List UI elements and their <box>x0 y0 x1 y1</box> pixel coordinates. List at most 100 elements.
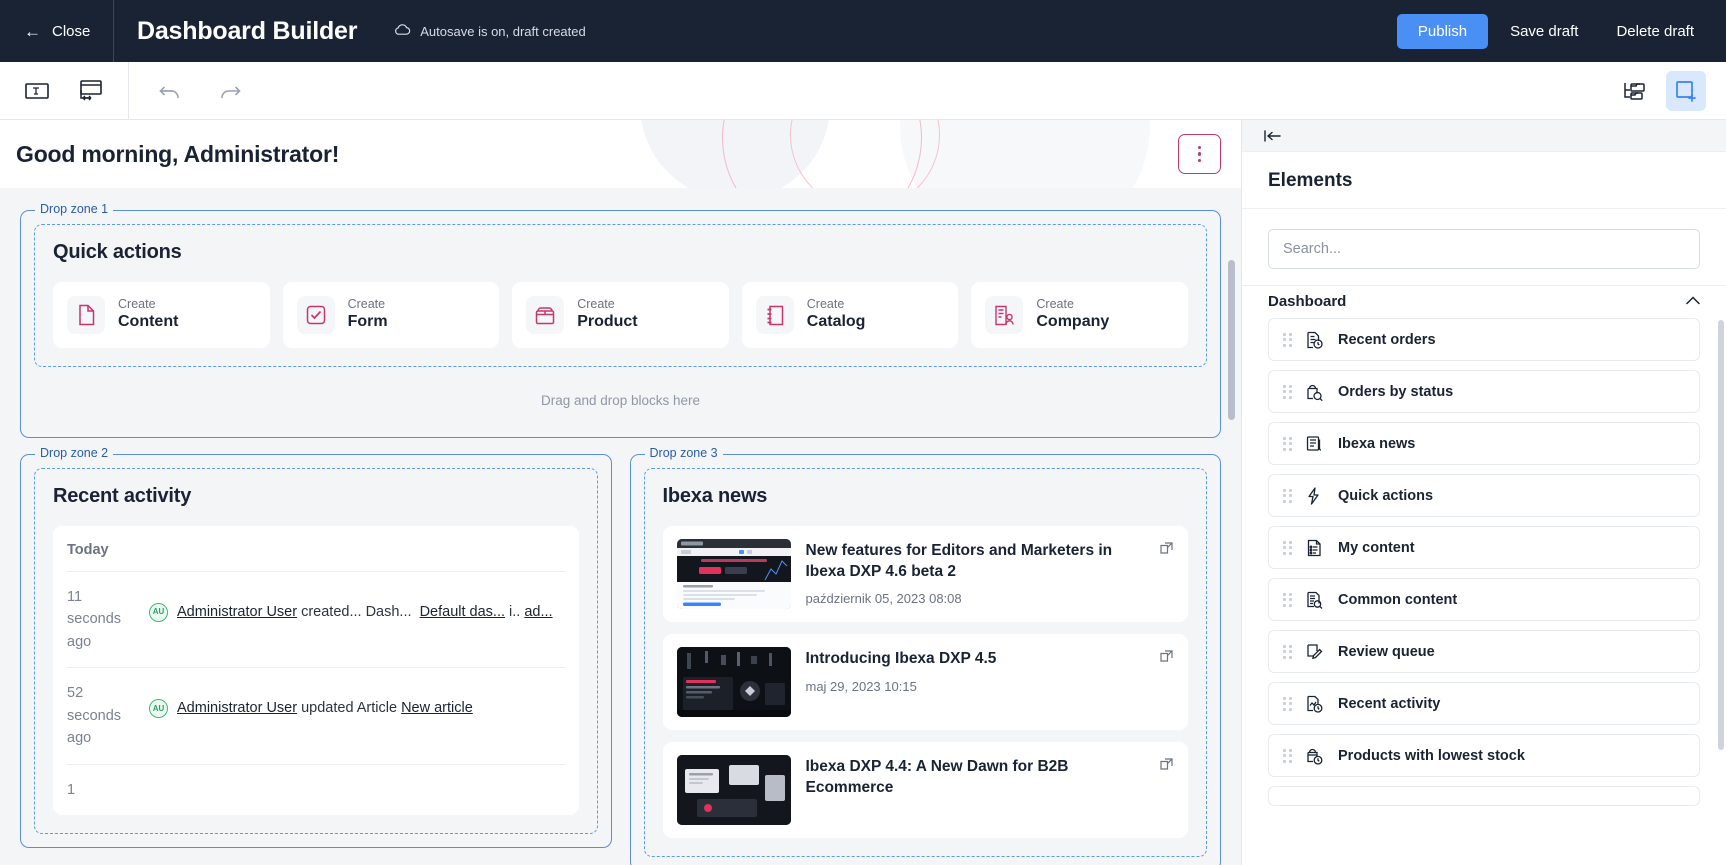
collapse-panel-icon[interactable] <box>1242 120 1726 152</box>
drag-handle-icon[interactable] <box>1283 645 1292 659</box>
list-item[interactable]: Introducing Ibexa DXP 4.5 maj 29, 2023 1… <box>663 634 1189 730</box>
decor-circle-2 <box>790 120 940 188</box>
my-content-icon <box>1306 539 1324 557</box>
activity-type: Dash... <box>366 604 412 620</box>
drag-handle-icon[interactable] <box>1283 385 1292 399</box>
element-item-products-with-lowest-stock[interactable]: Products with lowest stock <box>1268 734 1700 777</box>
quick-action-card-catalog[interactable]: Create Catalog <box>742 282 959 348</box>
column-layout-icon[interactable] <box>76 76 106 106</box>
back-arrow-icon: ← <box>24 23 41 40</box>
quick-action-card-content[interactable]: Create Content <box>53 282 270 348</box>
structure-tree-icon[interactable] <box>1620 76 1650 106</box>
greeting-text: Good morning, Administrator! <box>16 141 339 168</box>
canvas-scrollbar-thumb[interactable] <box>1228 260 1235 420</box>
drag-handle-icon[interactable] <box>1283 489 1292 503</box>
news-date: październik 05, 2023 08:08 <box>806 591 1155 606</box>
external-link-icon[interactable] <box>1160 648 1175 668</box>
table-row[interactable]: 11 seconds ago AU Administrator User cre… <box>67 572 565 668</box>
element-item-common-content[interactable]: Common content <box>1268 578 1700 621</box>
table-row[interactable]: 52 seconds ago AU Administrator User upd… <box>67 668 565 764</box>
activity-time: 52 seconds ago <box>67 682 140 749</box>
elements-group-dashboard[interactable]: Dashboard <box>1242 285 1726 318</box>
quick-action-name: Company <box>1036 312 1109 333</box>
elements-search-wrap <box>1242 209 1726 285</box>
drag-handle-icon[interactable] <box>1283 541 1292 555</box>
quick-action-texts: Create Content <box>118 297 178 333</box>
chevron-up-icon[interactable] <box>1686 292 1700 310</box>
element-item-orders-by-status[interactable]: Orders by status <box>1268 370 1700 413</box>
elements-panel-scrollbar[interactable] <box>1718 320 1724 750</box>
element-item-review-queue[interactable]: Review queue <box>1268 630 1700 673</box>
activity-target-link[interactable]: New article <box>401 700 473 716</box>
undo-icon[interactable] <box>155 76 185 106</box>
low-stock-icon <box>1306 747 1324 765</box>
quick-action-card-product[interactable]: Create Product <box>512 282 729 348</box>
external-link-icon[interactable] <box>1160 756 1175 776</box>
quick-actions-block[interactable]: Quick actions Create Cont <box>34 224 1207 367</box>
body-split: Good morning, Administrator! Drop zone 1… <box>0 120 1726 865</box>
activity-message: Administrator User updated Article New a… <box>177 682 565 719</box>
quick-action-sub: Create <box>807 297 866 313</box>
element-item-my-content[interactable]: My content <box>1268 526 1700 569</box>
dashboard-canvas: Good morning, Administrator! Drop zone 1… <box>0 120 1241 865</box>
quick-action-texts: Create Company <box>1036 297 1109 333</box>
quick-action-card-company[interactable]: Create Company <box>971 282 1188 348</box>
recent-activity-title: Recent activity <box>53 485 579 508</box>
element-item-recent-activity[interactable]: Recent activity <box>1268 682 1700 725</box>
redo-icon[interactable] <box>215 76 245 106</box>
search-input[interactable] <box>1268 229 1700 269</box>
add-element-icon[interactable] <box>1666 71 1706 111</box>
quick-action-card-form[interactable]: Create Form <box>283 282 500 348</box>
text-block-icon[interactable] <box>22 76 52 106</box>
element-item-label: My content <box>1338 540 1415 556</box>
ibexa-news-block[interactable]: Ibexa news <box>644 468 1208 857</box>
recent-activity-card: Today 11 seconds ago AU Administrator Us… <box>53 526 579 815</box>
activity-target-link[interactable]: Default das... <box>420 604 505 620</box>
drag-handle-icon[interactable] <box>1283 749 1292 763</box>
news-title: New features for Editors and Marketers i… <box>806 541 1155 582</box>
drop-zone-3[interactable]: Drop zone 3 Ibexa news <box>630 454 1222 865</box>
content-file-icon <box>67 296 105 334</box>
external-link-icon[interactable] <box>1160 540 1175 560</box>
elements-panel-title: Elements <box>1242 152 1726 209</box>
recent-activity-block[interactable]: Recent activity Today 11 seconds ago AU … <box>34 468 598 834</box>
activity-user-link[interactable]: Administrator User <box>177 700 297 716</box>
quick-actions-grid: Create Content <box>53 282 1188 348</box>
news-thumbnail <box>677 647 791 717</box>
activity-user-link[interactable]: Administrator User <box>177 604 297 620</box>
element-item-quick-actions[interactable]: Quick actions <box>1268 474 1700 517</box>
element-item-recent-orders[interactable]: Recent orders <box>1268 318 1700 361</box>
drag-handle-icon[interactable] <box>1283 697 1292 711</box>
close-label: Close <box>52 23 90 40</box>
avatar: AU <box>149 603 168 622</box>
activity-extra-1: i.. <box>509 604 520 620</box>
autosave-status: Autosave is on, draft created <box>394 23 585 39</box>
kebab-dot <box>1198 159 1202 163</box>
decor-circle-1 <box>722 120 922 188</box>
drag-handle-icon[interactable] <box>1283 593 1292 607</box>
common-content-icon <box>1306 591 1324 609</box>
element-item-partial[interactable] <box>1268 786 1700 806</box>
activity-extra-link[interactable]: ad... <box>524 604 552 620</box>
close-button[interactable]: ← Close <box>0 0 114 62</box>
drop-zone-2[interactable]: Drop zone 2 Recent activity Today 11 sec… <box>20 454 612 848</box>
list-item[interactable]: New features for Editors and Marketers i… <box>663 526 1189 622</box>
drag-handle-icon[interactable] <box>1283 437 1292 451</box>
publish-button[interactable]: Publish <box>1397 14 1488 49</box>
autosave-text: Autosave is on, draft created <box>420 24 585 39</box>
quick-action-texts: Create Catalog <box>807 297 866 333</box>
list-item[interactable]: Ibexa DXP 4.4: A New Dawn for B2B Ecomme… <box>663 742 1189 838</box>
table-row[interactable]: 1 <box>67 765 565 815</box>
element-item-label: Orders by status <box>1338 384 1453 400</box>
save-draft-button[interactable]: Save draft <box>1494 14 1594 49</box>
recent-orders-icon <box>1306 331 1324 349</box>
canvas-scrollbar-track[interactable] <box>1231 188 1238 865</box>
more-options-icon[interactable] <box>1178 134 1221 174</box>
element-item-ibexa-news[interactable]: Ibexa news <box>1268 422 1700 465</box>
cloud-icon <box>394 23 411 39</box>
drop-zone-1[interactable]: Drop zone 1 Quick actions <box>20 210 1221 438</box>
drag-handle-icon[interactable] <box>1283 333 1292 347</box>
delete-draft-button[interactable]: Delete draft <box>1600 14 1710 49</box>
kebab-dot <box>1198 152 1202 156</box>
review-queue-icon <box>1306 643 1324 661</box>
